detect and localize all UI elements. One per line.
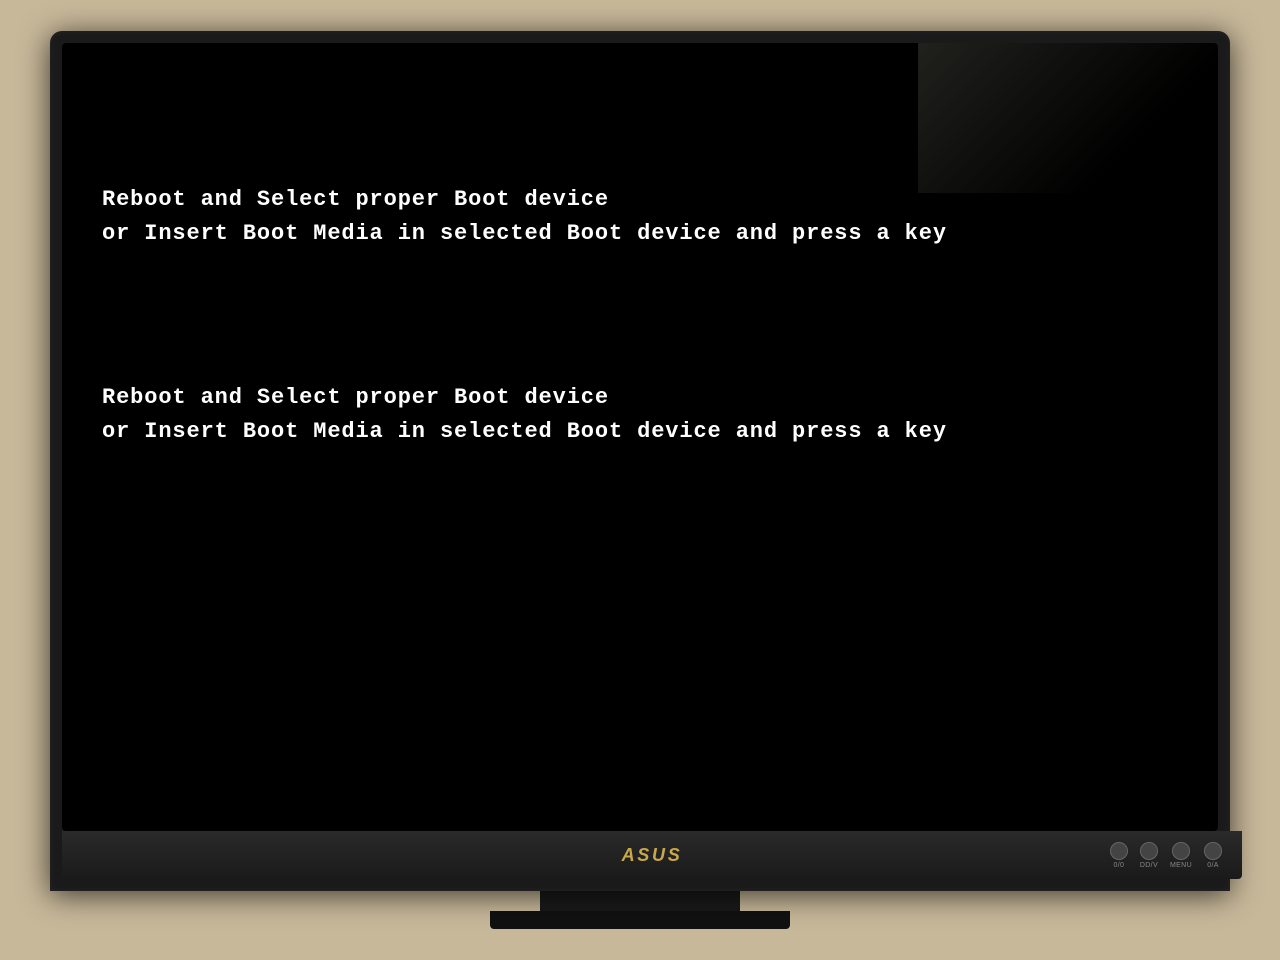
error-block-1: Reboot and Select proper Boot device or … <box>102 183 1178 251</box>
error-line-2-2: or Insert Boot Media in selected Boot de… <box>102 415 1178 449</box>
bottom-icons-group: 0/0 DD/V MENU 0/A <box>1110 842 1222 869</box>
asus-logo: ASUS <box>622 845 683 866</box>
bottom-icon-circle-1[interactable] <box>1110 842 1128 860</box>
monitor-bottom-bar: ASUS 0/0 DD/V MENU 0/A <box>62 831 1242 879</box>
screen-content: Reboot and Select proper Boot device or … <box>62 43 1218 831</box>
error-line-1-2: or Insert Boot Media in selected Boot de… <box>102 217 1178 251</box>
monitor-stand-top <box>540 891 740 911</box>
bottom-icon-circle-4[interactable] <box>1204 842 1222 860</box>
bottom-icon-4: 0/A <box>1204 842 1222 869</box>
bottom-icon-1: 0/0 <box>1110 842 1128 869</box>
monitor-screen: Reboot and Select proper Boot device or … <box>62 43 1218 831</box>
error-block-2: Reboot and Select proper Boot device or … <box>102 381 1178 449</box>
bottom-icon-label-3: MENU <box>1170 862 1192 869</box>
bottom-icon-circle-2[interactable] <box>1140 842 1158 860</box>
bottom-icon-circle-3[interactable] <box>1172 842 1190 860</box>
bottom-icon-label-4: 0/A <box>1207 862 1219 869</box>
bottom-icon-2: DD/V <box>1140 842 1158 869</box>
error-line-1-1: Reboot and Select proper Boot device <box>102 183 1178 217</box>
bottom-icon-3: MENU <box>1170 842 1192 869</box>
monitor-outer: Reboot and Select proper Boot device or … <box>50 31 1230 891</box>
bottom-icon-label-2: DD/V <box>1140 862 1158 869</box>
bottom-icon-label-1: 0/0 <box>1113 862 1124 869</box>
monitor-stand-bottom <box>490 911 790 929</box>
error-line-2-1: Reboot and Select proper Boot device <box>102 381 1178 415</box>
